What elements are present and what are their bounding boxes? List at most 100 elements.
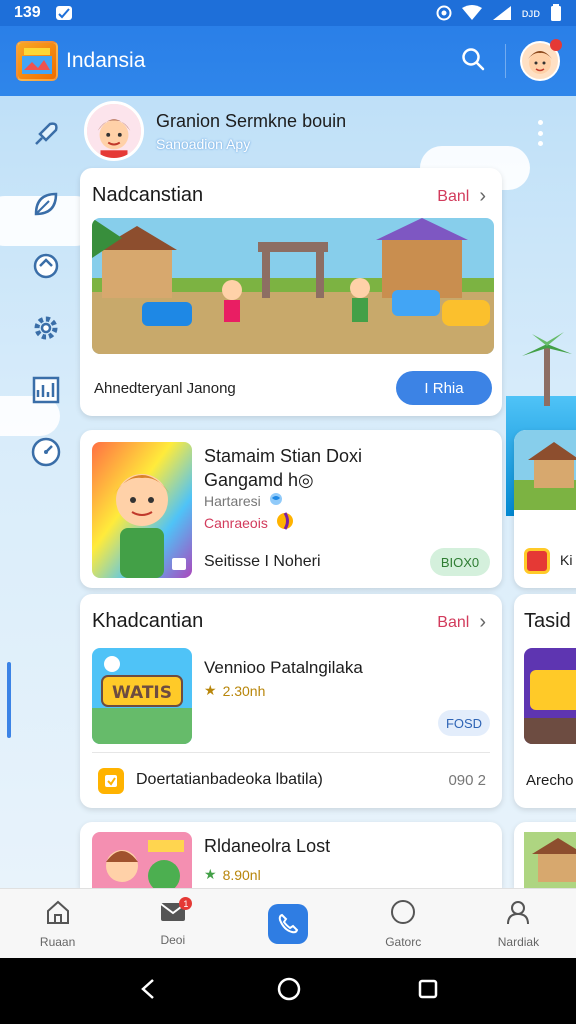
section-item-title: Vennioo Patalngilaka — [204, 658, 363, 677]
nav-item-mail[interactable]: 1 Deoi — [115, 889, 230, 958]
game-card[interactable]: Stamaim Stian Doxi Gangamd h◎ Hartaresi … — [80, 430, 502, 588]
ball-icon — [276, 512, 294, 533]
bottom-card-rating-text: 8.90nl — [222, 866, 261, 883]
game-card-meta-1: Hartaresi — [204, 492, 283, 509]
appbar-divider — [505, 44, 506, 78]
side-rail — [0, 96, 86, 888]
rocket-icon[interactable] — [28, 116, 64, 152]
bottom-card-title: Rldaneolra Lost — [204, 836, 331, 856]
peek-card-2-label: Ki — [560, 552, 573, 568]
nav-label-circle: Gatorc — [385, 935, 422, 949]
sync-icon — [436, 5, 452, 21]
peek-card-2[interactable]: Ki — [514, 430, 576, 588]
chart-icon[interactable] — [28, 372, 64, 408]
nav-item-profile[interactable]: Nardiak — [461, 889, 576, 958]
section-item-image[interactable]: WATIS — [92, 648, 192, 744]
nav-item-call[interactable] — [230, 889, 345, 958]
globe-icon — [269, 492, 283, 509]
app-title: Indansia — [66, 49, 146, 72]
avatar-notification-badge — [550, 39, 562, 51]
game-card-title-line1: Stamaim Stian Doxi — [204, 446, 363, 466]
gauge-icon[interactable] — [28, 434, 64, 470]
phone-icon — [268, 903, 308, 944]
peek-card-4-image — [524, 832, 576, 888]
featured-card-link-label: Banl — [437, 187, 470, 205]
game-card-tag[interactable]: BIOX0 — [430, 548, 490, 576]
profile-header[interactable]: Granion Sermkne bouin Sanoadion Apy — [84, 100, 554, 162]
nav-label-profile: Nardiak — [497, 935, 540, 949]
section-thumb-text: WATIS — [112, 683, 172, 703]
section-divider — [92, 752, 490, 753]
refresh-icon[interactable] — [28, 248, 64, 284]
search-icon — [461, 47, 485, 76]
peek-card-3-image — [524, 648, 576, 744]
home-icon — [44, 898, 72, 931]
signal-icon — [492, 5, 512, 21]
rail-scroll-indicator — [7, 662, 11, 738]
peek-card-3-title: Tasid — [524, 610, 571, 632]
app-bar: Indansia — [0, 26, 576, 96]
peek-card-4[interactable] — [514, 822, 576, 888]
back-icon[interactable] — [138, 978, 160, 1005]
search-button[interactable] — [455, 43, 491, 79]
section-card-title: Khadcantian — [92, 610, 204, 632]
game-card-meta-1-text: Hartaresi — [204, 492, 261, 509]
gear-icon[interactable] — [28, 310, 64, 346]
bottom-card-image[interactable] — [92, 832, 192, 888]
game-card-meta-2-text: Canraeois — [204, 514, 268, 531]
game-card-footer-label: Seitisse I Noheri — [204, 553, 321, 570]
notification-icon — [55, 5, 73, 21]
peek-card-2-image — [514, 430, 576, 510]
wifi-icon — [461, 5, 482, 21]
bottom-navigation: Ruaan 1 Deoi Gatorc Nardiak — [0, 888, 576, 958]
game-card-image[interactable] — [92, 442, 192, 578]
chevron-right-icon: › — [479, 185, 486, 207]
section-card-link[interactable]: Banl › — [437, 611, 486, 634]
network-label: ᴅᴊᴅ — [521, 6, 540, 20]
section-item-tag[interactable]: FOSD — [438, 710, 490, 736]
bottom-card-rating: ★ 8.90nl — [204, 866, 261, 883]
home-circle-icon[interactable] — [277, 977, 301, 1006]
chevron-right-icon: › — [479, 611, 486, 633]
section-card[interactable]: Khadcantian Banl › WATIS Vennioo Patalng… — [80, 594, 502, 808]
nav-label-mail: Deoi — [160, 933, 186, 947]
star-icon: ★ — [204, 866, 217, 882]
nav-item-home[interactable]: Ruaan — [0, 889, 115, 958]
profile-avatar — [84, 101, 144, 161]
section-list-count: 090 2 — [448, 772, 486, 789]
system-navigation-bar — [0, 958, 576, 1024]
section-list-text[interactable]: Doertatianbadeoka lbatila) — [136, 771, 323, 789]
featured-card[interactable]: Nadcanstian Banl › Ahnedteryanl Janong I… — [80, 168, 502, 416]
featured-card-caption: Ahnedteryanl Janong — [94, 380, 236, 397]
nav-label-home: Ruaan — [39, 935, 76, 949]
mail-badge: 1 — [179, 897, 193, 910]
user-avatar-button[interactable] — [520, 39, 562, 81]
app-logo — [16, 41, 58, 81]
status-time: 139 — [14, 4, 41, 21]
recents-icon[interactable] — [418, 979, 438, 1004]
leaf-icon[interactable] — [28, 186, 64, 222]
bottom-card[interactable]: Rldaneolra Lost ★ 8.90nl — [80, 822, 502, 888]
circle-icon — [389, 898, 417, 931]
peek-card-3[interactable]: Tasid Arecho — [514, 594, 576, 808]
profile-name: Granion Sermkne bouin — [156, 110, 347, 131]
more-options-button[interactable] — [534, 120, 546, 146]
featured-game-image[interactable] — [92, 218, 494, 354]
featured-card-link[interactable]: Banl › — [437, 185, 486, 208]
nav-item-circle[interactable]: Gatorc — [346, 889, 461, 958]
peek-card-1[interactable] — [514, 210, 576, 416]
profile-subtitle: Sanoadion Apy — [156, 135, 251, 152]
list-icon — [98, 768, 124, 794]
game-card-title-line2: Gangamd h◎ — [204, 470, 314, 490]
status-bar: 139 ᴅᴊᴅ — [0, 0, 576, 26]
person-icon — [504, 898, 532, 931]
section-item-rating-text: 2.30nh — [222, 682, 266, 699]
featured-action-button[interactable]: I Rhia — [396, 371, 492, 405]
featured-card-title: Nadcanstian — [92, 184, 204, 206]
section-card-link-label: Banl — [437, 613, 470, 631]
peek-card-3-label: Arecho — [526, 772, 574, 789]
game-card-meta-2: Canraeois — [204, 512, 294, 533]
peek-card-2-icon — [524, 548, 550, 574]
star-icon: ★ — [204, 682, 217, 698]
battery-icon — [550, 4, 562, 22]
